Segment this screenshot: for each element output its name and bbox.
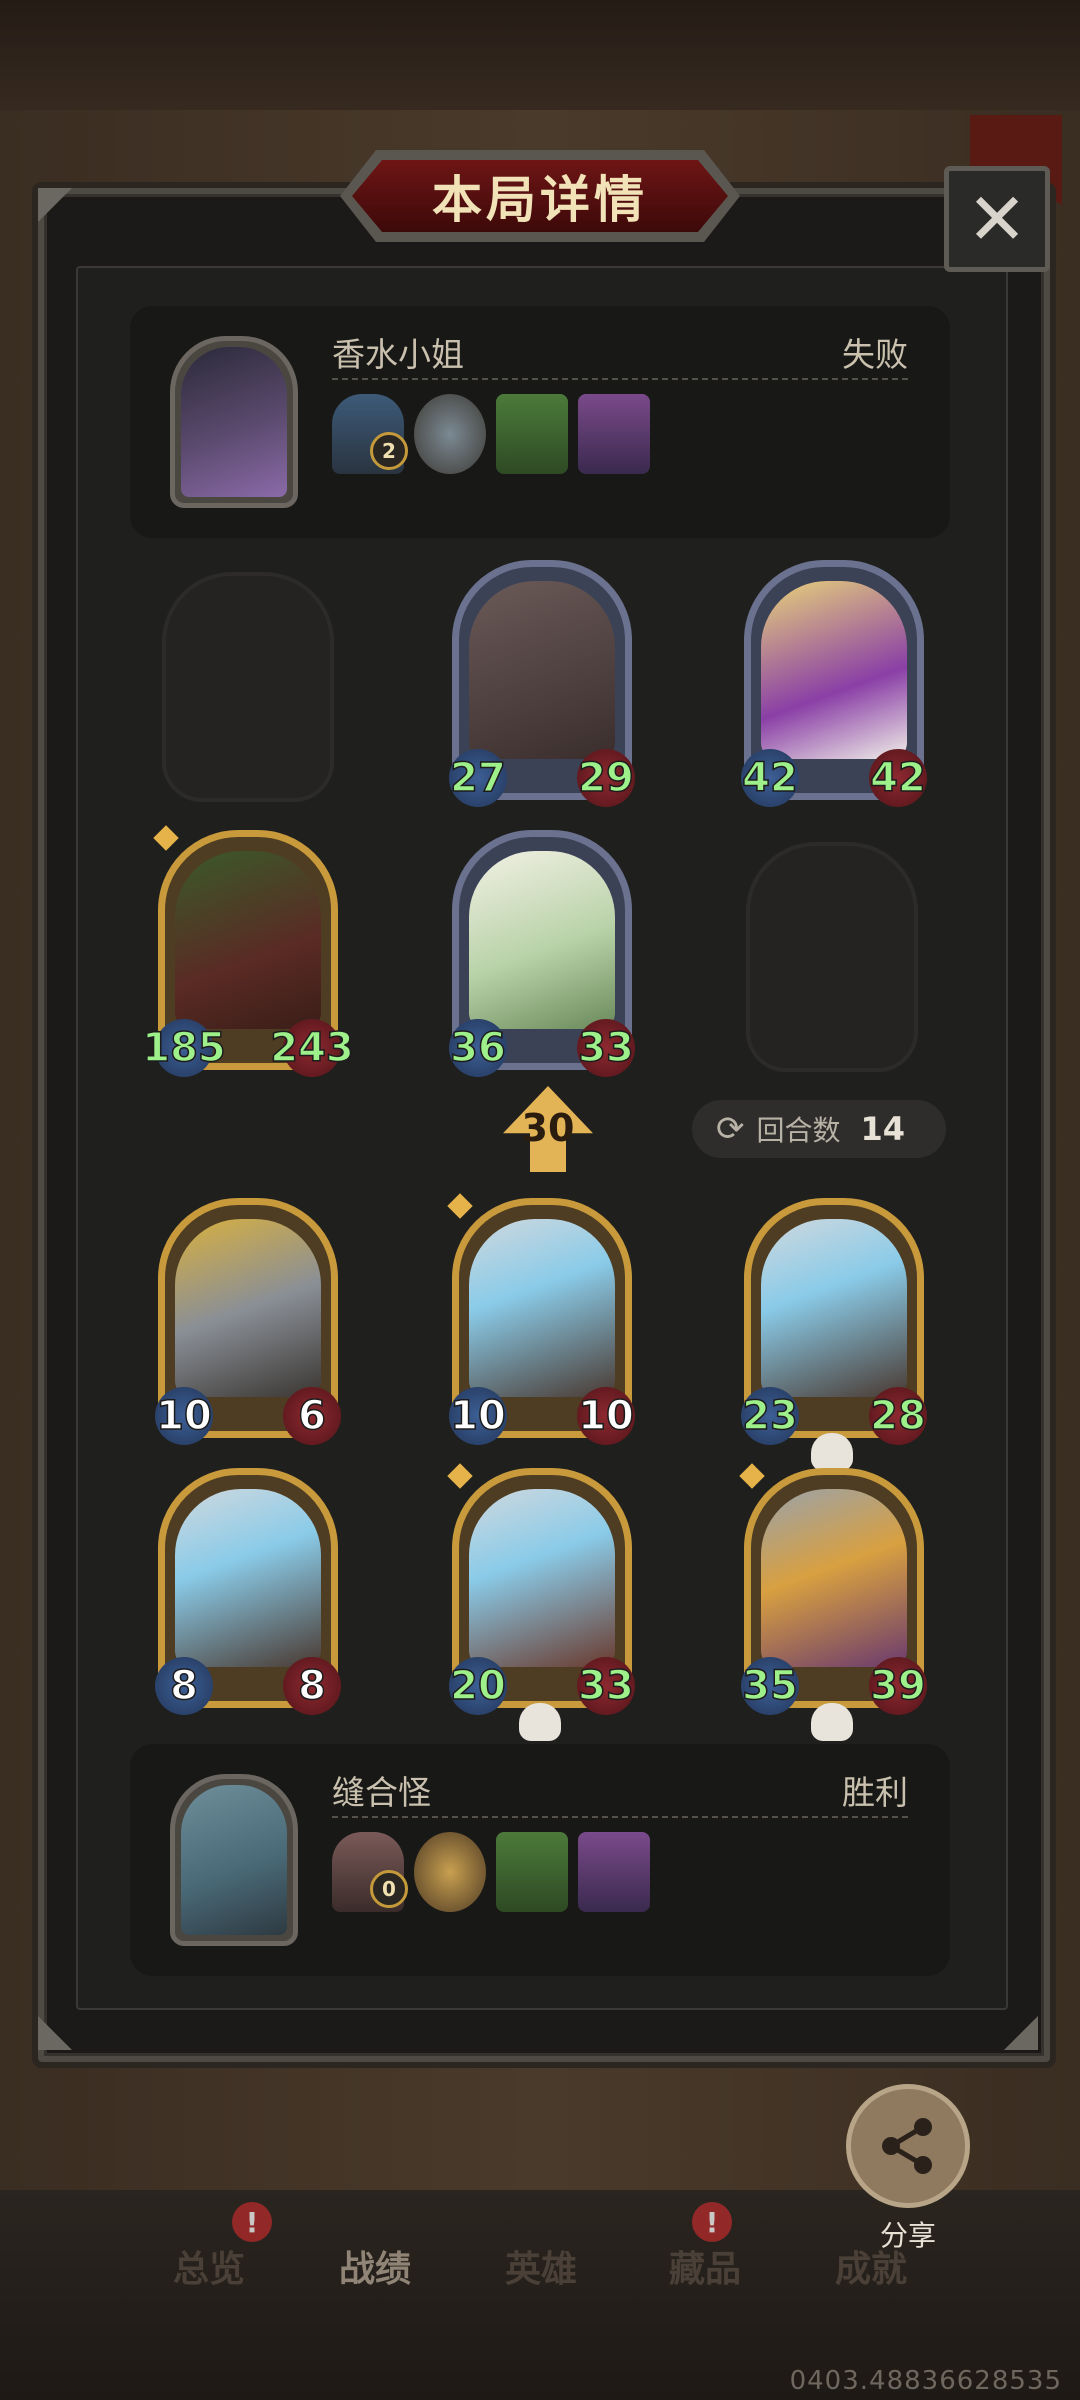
divider [332,378,908,380]
minion-health: 42 [869,749,927,807]
tab-heroes[interactable]: 英雄 [466,2240,616,2292]
pocket-watch-item[interactable] [414,1832,486,1912]
tab-overview[interactable]: 总览 [134,2240,284,2292]
notification-dot: ! [692,2202,732,2242]
minion-health: 6 [283,1387,341,1445]
relic-level-badge: 0 [370,1870,408,1908]
tab-record[interactable]: 战绩 [300,2240,450,2292]
title-plate: 本局详情 [352,160,728,232]
bottom-player-avatar[interactable] [170,1774,298,1946]
share-label: 分享 [879,2219,936,2252]
minion-card[interactable]: 10 10 [447,1193,635,1445]
skull-icon [811,1433,853,1471]
minion-card[interactable]: 35 39 [739,1463,927,1741]
top-player-avatar[interactable] [170,336,298,508]
skull-icon [519,1703,561,1741]
minion-card[interactable]: 20 33 [447,1463,635,1741]
minion-card[interactable]: 23 28 [741,1198,927,1471]
divider [332,1816,908,1818]
share-button[interactable] [846,2084,970,2208]
relic-level-badge: 2 [370,432,408,470]
close-icon: ✕ [966,177,1028,261]
turn-count-value: 14 [860,1110,906,1148]
top-player-name: 香水小姐 [332,335,464,374]
card-item[interactable] [578,1832,650,1912]
minion-attack: 10 [155,1387,213,1445]
minion-card[interactable]: 36 33 [449,830,635,1077]
minion-health: 8 [283,1657,341,1715]
minion-card[interactable]: 27 29 [449,560,635,807]
minion-attack: 23 [741,1387,799,1445]
minion-card[interactable]: 185 243 [142,825,355,1077]
pocket-watch-item[interactable] [414,394,486,474]
top-player-panel: 香水小姐 失败 2 [130,306,950,538]
minion-health: 28 [869,1387,927,1445]
page-title: 本局详情 [432,171,648,229]
minion-attack: 10 [449,1387,507,1445]
minion-attack: 185 [142,1019,227,1077]
minion-attack: 20 [449,1657,507,1715]
arrow-value: 30 [521,1106,575,1150]
cycle-icon: ⟳ [716,1109,745,1149]
minion-health: 39 [869,1657,927,1715]
card-item[interactable] [578,394,650,474]
notification-dot: ! [232,2202,272,2242]
minion-health: 243 [270,1019,355,1077]
bottom-player-panel: 缝合怪 胜利 0 [130,1744,950,1976]
minion-card[interactable]: 42 42 [741,560,927,807]
book-item[interactable] [496,1832,568,1912]
share-icon [882,2118,932,2174]
minion-card[interactable]: 8 8 [155,1468,341,1715]
tab-collection[interactable]: 藏品 [630,2240,780,2292]
minion-attack: 27 [449,749,507,807]
book-item[interactable] [496,394,568,474]
minion-attack: 42 [741,749,799,807]
top-player-result: 失败 [842,335,908,374]
bottom-player-items: 0 [332,1832,650,1912]
empty-minion-slot [162,572,334,802]
minion-attack: 35 [741,1657,799,1715]
turn-count-badge: ⟳ 回合数 14 [692,1100,946,1158]
minion-health: 29 [577,749,635,807]
turn-count-label: 回合数 [756,1114,841,1147]
minion-health: 33 [577,1019,635,1077]
relic-item[interactable]: 0 [332,1832,408,1912]
bottom-player-name: 缝合怪 [332,1773,431,1812]
minion-health: 10 [577,1387,635,1445]
attack-direction-arrow: 30 [503,1086,593,1172]
top-player-items: 2 [332,394,650,474]
minion-health: 33 [577,1657,635,1715]
bottom-player-result: 胜利 [842,1773,908,1812]
minion-attack: 36 [449,1019,507,1077]
minion-attack: 8 [155,1657,213,1715]
close-button[interactable]: ✕ [944,166,1050,272]
session-id: 0403.48836628535 [789,2366,1062,2396]
minion-card[interactable]: 10 6 [155,1198,341,1445]
empty-minion-slot [746,842,918,1072]
skull-icon [811,1703,853,1741]
relic-item[interactable]: 2 [332,394,408,474]
